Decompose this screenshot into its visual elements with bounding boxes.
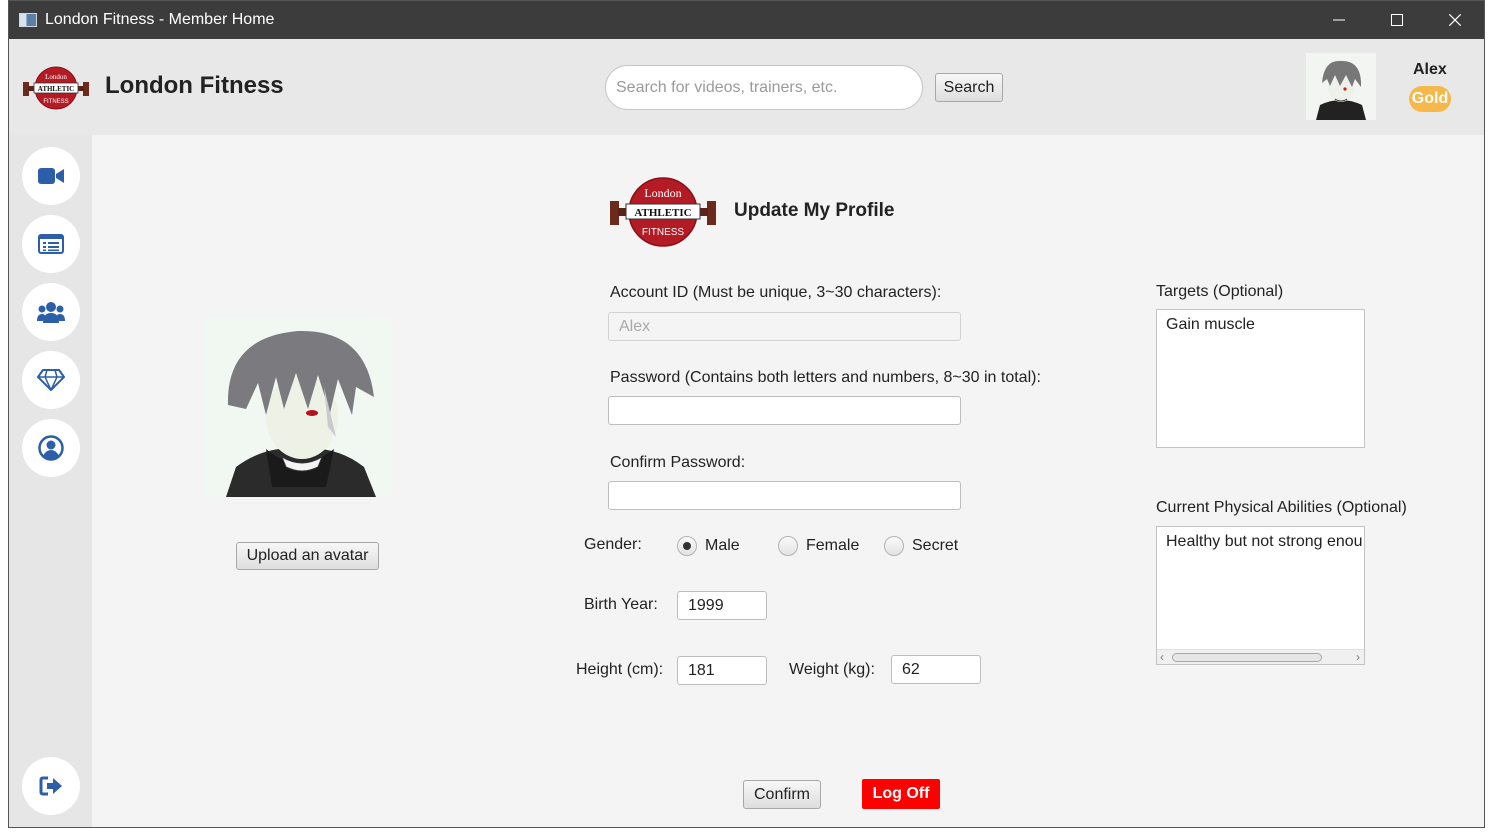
gender-option-label: Female	[806, 537, 860, 554]
confirm-button[interactable]: Confirm	[743, 780, 821, 809]
gender-radio-male[interactable]: Male	[677, 536, 740, 556]
account-id-field: Alex	[608, 312, 961, 341]
password-field[interactable]	[608, 396, 961, 425]
svg-text:ATHLETIC: ATHLETIC	[634, 207, 691, 219]
search-input[interactable]	[605, 65, 923, 110]
app-window-icon	[19, 13, 37, 27]
weight-field[interactable]: 62	[891, 655, 981, 684]
abilities-horizontal-scrollbar[interactable]: ‹ ›	[1157, 649, 1364, 664]
weight-label: Weight (kg):	[789, 661, 875, 678]
app-window: London Fitness - Member Home London ATHL…	[8, 0, 1485, 828]
sidebar-item-profile[interactable]	[22, 419, 80, 477]
scrollbar-thumb[interactable]	[1172, 653, 1322, 662]
height-label: Height (cm):	[576, 661, 664, 678]
gender-radio-female[interactable]: Female	[778, 536, 859, 556]
minimize-icon	[1333, 19, 1345, 21]
radio-checked-icon	[677, 536, 697, 556]
sidebar-item-list[interactable]	[22, 215, 80, 273]
svg-text:London: London	[45, 73, 67, 81]
scroll-right-icon[interactable]: ›	[1356, 650, 1360, 664]
diamond-icon	[37, 369, 65, 391]
svg-text:London: London	[644, 186, 681, 200]
targets-textarea[interactable]: Gain muscle	[1156, 309, 1365, 448]
birth-year-field[interactable]: 1999	[677, 591, 767, 620]
abilities-label: Current Physical Abilities (Optional)	[1156, 499, 1407, 516]
svg-text:ATHLETIC: ATHLETIC	[38, 85, 74, 93]
users-icon	[37, 302, 65, 323]
upload-avatar-button[interactable]: Upload an avatar	[236, 542, 379, 570]
video-camera-icon	[38, 168, 64, 184]
close-button[interactable]	[1426, 1, 1484, 39]
sidebar-item-videos[interactable]	[22, 147, 80, 205]
sidebar-item-users[interactable]	[22, 283, 80, 341]
svg-text:FITNESS: FITNESS	[43, 99, 68, 105]
birth-year-label: Birth Year:	[584, 596, 658, 613]
confirm-password-field[interactable]	[608, 481, 961, 510]
scroll-left-icon[interactable]: ‹	[1160, 650, 1164, 664]
profile-avatar-image	[206, 317, 392, 497]
user-name: Alex	[1413, 61, 1447, 78]
sidebar	[9, 135, 92, 827]
radio-unchecked-icon	[778, 536, 798, 556]
title-bar: London Fitness - Member Home	[9, 1, 1484, 39]
sidebar-item-logout[interactable]	[22, 757, 80, 815]
close-icon	[1449, 14, 1461, 26]
gender-option-label: Male	[705, 537, 740, 554]
sign-out-icon	[39, 776, 62, 796]
brand-logo: London ATHLETIC FITNESS	[22, 65, 90, 116]
svg-text:FITNESS: FITNESS	[642, 227, 685, 238]
password-label: Password (Contains both letters and numb…	[610, 369, 1041, 386]
log-off-button[interactable]: Log Off	[862, 779, 940, 809]
brand-name: London Fitness	[105, 72, 284, 99]
list-icon	[38, 234, 64, 254]
height-field[interactable]: 181	[677, 656, 767, 685]
profile-page: Upload an avatar London ATHLETIC FITNESS…	[92, 135, 1484, 827]
gender-option-label: Secret	[912, 537, 959, 554]
radio-unchecked-icon	[884, 536, 904, 556]
targets-label: Targets (Optional)	[1156, 283, 1284, 300]
maximize-icon	[1391, 14, 1403, 26]
abilities-text: Healthy but not strong enou	[1166, 533, 1363, 550]
window-title: London Fitness - Member Home	[45, 11, 275, 28]
form-logo: London ATHLETIC FITNESS	[608, 175, 718, 254]
maximize-button[interactable]	[1368, 1, 1426, 39]
app-header: London ATHLETIC FITNESS London Fitness S…	[9, 39, 1484, 135]
form-title: Update My Profile	[734, 200, 895, 221]
sidebar-item-membership[interactable]	[22, 351, 80, 409]
membership-badge: Gold	[1409, 86, 1451, 112]
user-avatar[interactable]	[1306, 53, 1376, 120]
window-controls	[1310, 1, 1484, 39]
confirm-password-label: Confirm Password:	[610, 454, 746, 471]
gender-label: Gender:	[584, 536, 642, 553]
account-id-label: Account ID (Must be unique, 3~30 charact…	[610, 284, 942, 301]
minimize-button[interactable]	[1310, 1, 1368, 39]
abilities-textarea[interactable]: Healthy but not strong enou ‹ ›	[1156, 526, 1365, 665]
gender-radio-secret[interactable]: Secret	[884, 536, 958, 556]
user-circle-icon	[38, 435, 64, 461]
search-button[interactable]: Search	[935, 73, 1003, 102]
